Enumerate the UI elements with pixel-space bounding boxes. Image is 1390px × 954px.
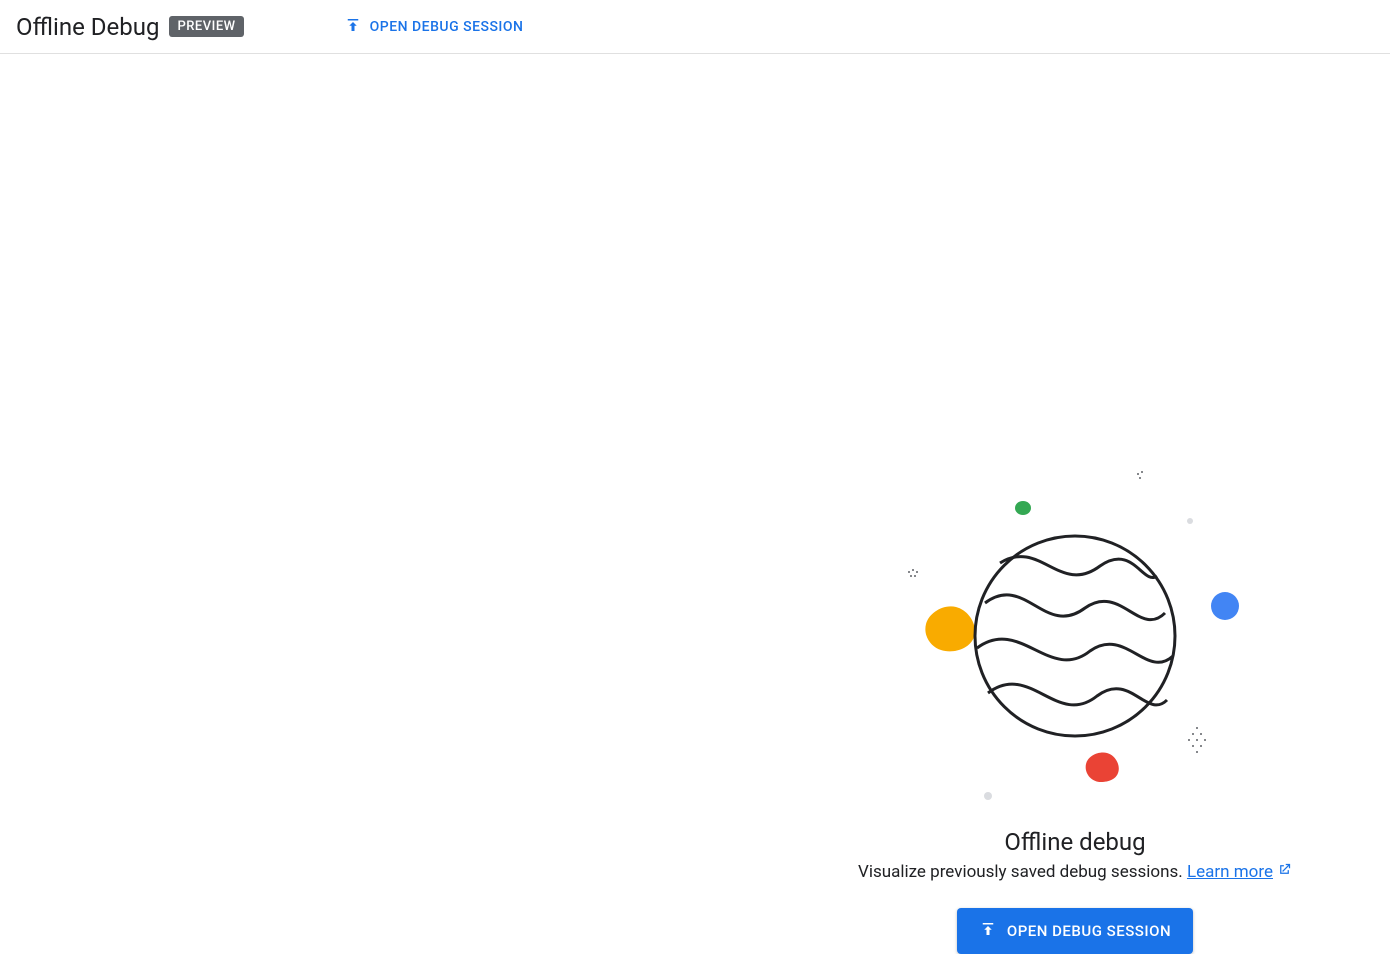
empty-state: Offline debug Visualize previously saved… [0, 54, 1390, 954]
open-debug-session-button-primary[interactable]: OPEN DEBUG SESSION [957, 908, 1193, 954]
empty-state-title: Offline debug [1004, 828, 1145, 856]
empty-state-subtitle: Visualize previously saved debug session… [858, 862, 1292, 882]
upload-icon [344, 16, 362, 38]
open-debug-session-label: OPEN DEBUG SESSION [370, 19, 524, 35]
learn-more-link[interactable]: Learn more [1187, 862, 1292, 882]
open-debug-session-button[interactable]: OPEN DEBUG SESSION [336, 10, 532, 44]
page-header: Offline Debug PREVIEW OPEN DEBUG SESSION [0, 0, 1390, 54]
page-title: Offline Debug [16, 13, 159, 41]
upload-icon [979, 920, 997, 942]
empty-state-illustration [885, 438, 1265, 818]
empty-state-subtitle-text: Visualize previously saved debug session… [858, 862, 1187, 882]
external-link-icon [1277, 862, 1292, 882]
learn-more-label: Learn more [1187, 862, 1273, 882]
open-debug-session-primary-label: OPEN DEBUG SESSION [1007, 922, 1171, 940]
preview-badge: PREVIEW [169, 16, 243, 37]
